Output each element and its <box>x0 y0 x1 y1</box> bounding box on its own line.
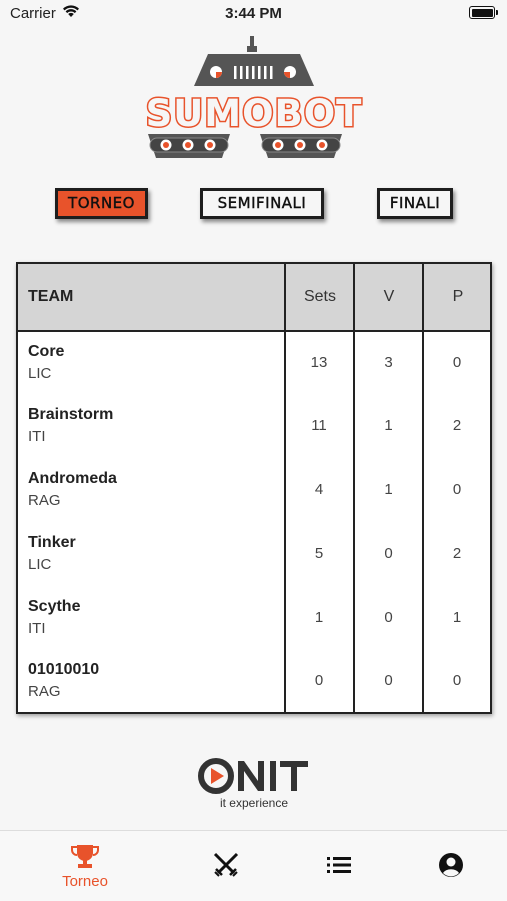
tabbar-torneo[interactable]: Torneo <box>22 831 148 901</box>
tabbar-torneo-label: Torneo <box>62 873 108 890</box>
onit-tagline: it experience <box>219 796 289 810</box>
logo-title: SUMOBOT <box>144 91 363 137</box>
team-wins: 1 <box>384 481 393 498</box>
team-name: Brainstorm <box>28 406 114 423</box>
team-sets: 5 <box>314 545 324 562</box>
table-row[interactable]: Brainstorm ITI 11 1 2 <box>18 394 490 458</box>
team-sets: 11 <box>311 417 327 434</box>
team-school: LIC <box>28 365 52 382</box>
team-name: Andromeda <box>28 470 117 487</box>
tab-semifinali[interactable]: SEMIFINALI <box>200 188 324 219</box>
table-row[interactable]: Core LIC 13 3 0 <box>18 331 490 395</box>
team-losses: 0 <box>452 481 462 498</box>
team-school: ITI <box>28 620 46 637</box>
team-name: Core <box>28 343 65 360</box>
team-sets: 1 <box>314 609 324 626</box>
list-icon <box>327 857 351 873</box>
team-school: ITI <box>28 428 46 445</box>
standings-table: TEAM Sets V P Core LIC 13 3 0 Brainstorm… <box>16 262 492 714</box>
battery-icon <box>469 6 498 19</box>
sumobot-logo: SUMOBOT <box>128 34 380 166</box>
trophy-icon <box>71 845 99 868</box>
table-header: TEAM Sets V P <box>18 264 490 332</box>
header-v: V <box>383 288 395 305</box>
team-sets: 13 <box>310 354 328 371</box>
tab-torneo[interactable]: TORNEO <box>55 188 148 219</box>
tabbar-profile[interactable] <box>388 831 507 901</box>
team-losses: 1 <box>452 609 462 626</box>
table-row[interactable]: Scythe ITI 1 0 1 <box>18 586 490 650</box>
team-name: Scythe <box>28 598 81 615</box>
table-row[interactable]: 01010010 RAG 0 0 0 <box>18 649 490 713</box>
team-name: Tinker <box>28 534 76 551</box>
team-losses: 2 <box>452 545 462 562</box>
status-bar: Carrier 3:44 PM <box>0 0 507 28</box>
team-losses: 0 <box>452 354 462 371</box>
team-wins: 1 <box>384 417 393 434</box>
team-losses: 2 <box>452 417 462 434</box>
team-losses: 0 <box>452 672 462 689</box>
team-school: RAG <box>28 683 61 700</box>
table-row[interactable]: Andromeda RAG 4 1 0 <box>18 458 490 522</box>
status-time: 3:44 PM <box>225 5 282 22</box>
tabbar-battle[interactable] <box>163 831 289 901</box>
team-wins: 0 <box>384 609 393 626</box>
team-wins: 0 <box>384 672 393 689</box>
crossed-swords-icon <box>213 852 239 877</box>
tab-finali[interactable]: FINALI <box>377 188 453 219</box>
bottom-tab-bar: Torneo <box>0 830 507 901</box>
team-school: RAG <box>28 492 61 509</box>
team-wins: 0 <box>384 545 393 562</box>
team-wins: 3 <box>384 354 393 371</box>
team-name: 01010010 <box>28 661 100 678</box>
user-icon <box>439 853 463 877</box>
team-sets: 0 <box>314 672 324 689</box>
team-school: LIC <box>28 556 52 573</box>
tabbar-list[interactable] <box>276 831 402 901</box>
header-p: P <box>452 288 464 305</box>
header-team: TEAM <box>28 288 74 305</box>
onit-wordmark <box>198 758 308 794</box>
table-row[interactable]: Tinker LIC 5 0 2 <box>18 522 490 586</box>
team-sets: 4 <box>314 481 324 498</box>
header-sets: Sets <box>303 288 336 305</box>
